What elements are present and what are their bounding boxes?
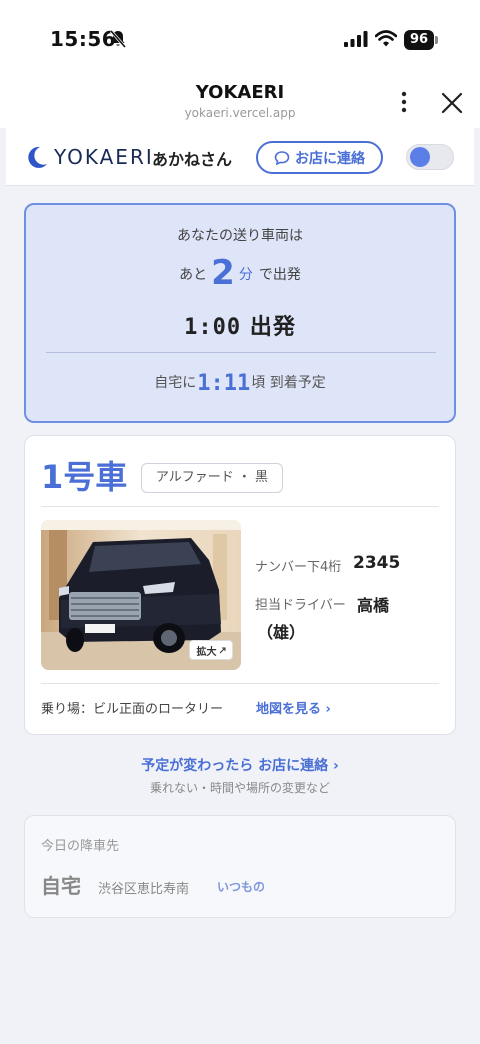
app-logo-text: YOKAERI xyxy=(54,145,154,169)
moon-logo-icon xyxy=(28,146,47,168)
countdown-suffix: で出発 xyxy=(258,267,301,283)
departure-heading: あなたの送り車両は xyxy=(177,228,303,244)
zoom-label: 拡大 xyxy=(196,646,217,658)
wifi-icon xyxy=(375,30,397,47)
battery-tip xyxy=(435,36,438,44)
battery-icon: 96 xyxy=(404,30,434,50)
more-vertical-icon[interactable] xyxy=(394,88,414,116)
departure-card: あなたの送り車両は あと 2 分で出発 1:00 出発 自宅に1:11頃 到着予定 xyxy=(24,203,456,423)
car-model-badge: アルファード ・ 黒 xyxy=(141,463,283,493)
arrival-prefix: 自宅に xyxy=(154,375,197,391)
toggle-knob xyxy=(410,147,430,167)
dropoff-address: 渋谷区恵比寿南 xyxy=(98,882,190,897)
schedule-change-contact-link[interactable]: 予定が変わったら お店に連絡 › xyxy=(0,755,480,775)
close-icon[interactable] xyxy=(439,90,465,116)
countdown-prefix: あと xyxy=(179,267,208,283)
status-time: 15:56 xyxy=(50,27,117,51)
expand-icon xyxy=(219,647,225,653)
view-map-link[interactable]: 地図を見る › xyxy=(256,698,331,717)
departure-time-label: 出発 xyxy=(249,315,296,340)
dropoff-card: 今日の降車先 自宅 渋谷区恵比寿南 いつもの xyxy=(24,815,456,918)
vehicle-divider xyxy=(41,506,439,507)
vehicle-card: 1号車 アルファード ・ 黒 拡大 ナンバー下4桁 2345 担当ドライバー 高… xyxy=(24,435,456,735)
dropoff-place: 自宅 xyxy=(41,874,81,898)
signal-icon xyxy=(344,31,368,47)
departure-time-value: 1:00 xyxy=(184,315,242,340)
contact-store-label: お店に連絡 xyxy=(295,150,365,167)
pickup-location: 乗り場：ビル正面のロータリー xyxy=(41,702,224,717)
departure-countdown: あと 2 分で出発 xyxy=(26,253,454,293)
driver-name: 高橋（雄） xyxy=(257,596,390,642)
arrival-suffix: 頃 到着予定 xyxy=(251,375,326,391)
dropoff-usual-badge: いつもの xyxy=(217,880,266,894)
chat-bubble-icon xyxy=(274,150,290,165)
plate-label: ナンバー下4桁 xyxy=(255,560,342,575)
countdown-minutes: 2 xyxy=(211,253,235,293)
arrival-time: 1:11 xyxy=(197,371,251,396)
dropoff-heading: 今日の降車先 xyxy=(41,839,120,854)
departure-divider xyxy=(46,352,436,353)
vehicle-divider-bottom xyxy=(41,683,439,684)
departure-time: 1:00 出発 xyxy=(26,309,454,341)
zoom-button[interactable]: 拡大 xyxy=(189,640,233,660)
browser-header: YOKAERI yokaeri.vercel.app xyxy=(0,78,480,128)
countdown-unit: 分 xyxy=(238,267,253,283)
contact-store-button[interactable]: お店に連絡 xyxy=(256,141,383,174)
app-header: YOKAERI あかねさん お店に連絡 xyxy=(6,128,474,186)
schedule-change-hint: 乗れない・時間や場所の変更など xyxy=(149,781,330,795)
status-bar: 15:56 96 xyxy=(0,0,480,78)
plate-value: 2345 xyxy=(353,553,401,573)
arrival-estimate: 自宅に1:11頃 到着予定 xyxy=(26,371,454,396)
car-number: 1号車 xyxy=(41,458,128,496)
bell-slash-icon xyxy=(110,30,126,48)
mode-toggle[interactable] xyxy=(406,144,454,170)
user-name: あかねさん xyxy=(152,150,233,169)
